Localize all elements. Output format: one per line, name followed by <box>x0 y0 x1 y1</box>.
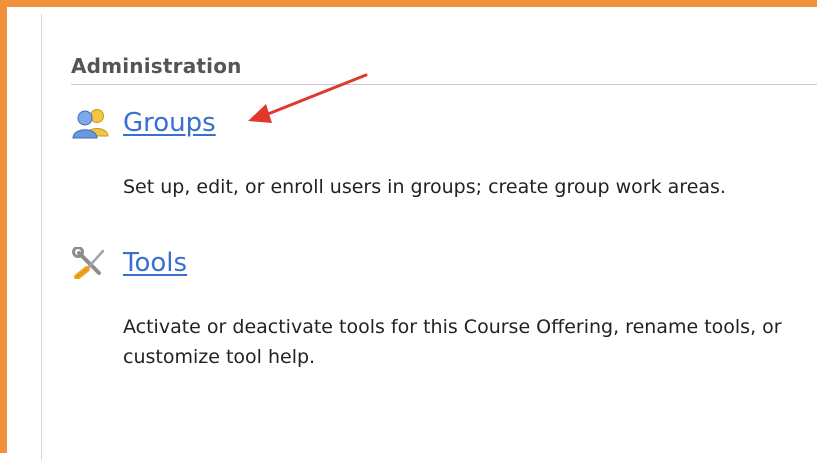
page-frame: Administration Groups Set up, edit, or e… <box>0 0 817 460</box>
groups-link[interactable]: Groups <box>123 108 216 138</box>
groups-description: Set up, edit, or enroll users in groups;… <box>123 176 726 198</box>
groups-icon <box>72 109 109 139</box>
content-divider <box>41 14 42 460</box>
section-title: Administration <box>71 54 242 78</box>
tools-description: Activate or deactivate tools for this Co… <box>123 316 782 368</box>
tools-link[interactable]: Tools <box>123 248 187 278</box>
section-header: Administration <box>71 51 817 85</box>
admin-item-tools: Tools <box>71 247 187 279</box>
admin-item-groups: Groups <box>71 107 216 139</box>
tools-icon <box>72 247 105 279</box>
